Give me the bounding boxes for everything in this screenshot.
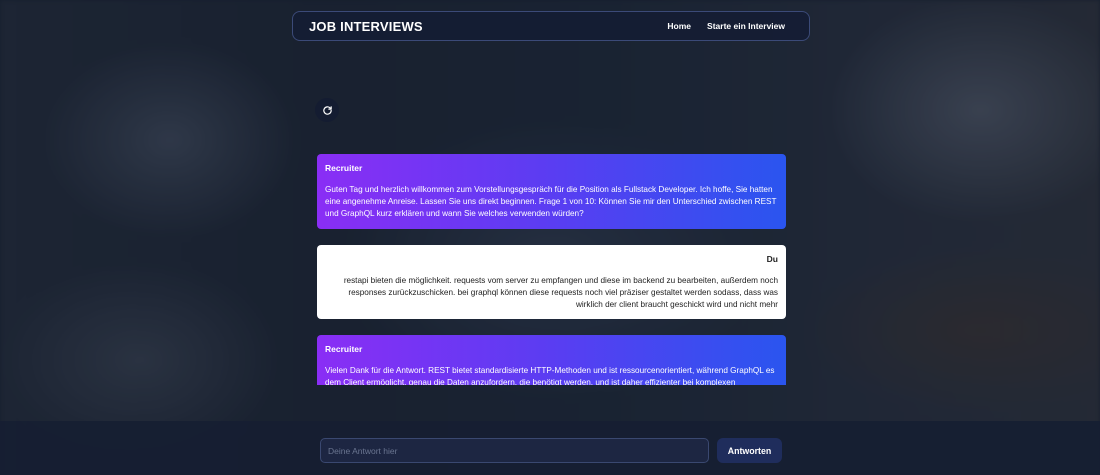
brand-logo[interactable]: JOB INTERVIEWS: [309, 19, 423, 34]
nav-link-start-interview[interactable]: Starte ein Interview: [707, 21, 785, 31]
chat-log: Recruiter Guten Tag und herzlich willkom…: [317, 154, 786, 385]
message-text: Guten Tag und herzlich willkommen zum Vo…: [325, 185, 777, 219]
message-author: Du: [766, 253, 778, 264]
chat-message-user: Du restapi bieten die möglichkeit. reque…: [317, 244, 786, 320]
message-author: Recruiter: [325, 344, 363, 355]
reset-button[interactable]: [315, 98, 339, 122]
chat-message-recruiter: Recruiter Guten Tag und herzlich willkom…: [317, 154, 786, 229]
message-author: Recruiter: [325, 163, 363, 173]
nav-links: Home Starte ein Interview: [667, 21, 785, 31]
refresh-icon: [322, 105, 333, 116]
navbar: JOB INTERVIEWS Home Starte ein Interview: [292, 11, 810, 41]
message-text: restapi bieten die möglichkeit. requests…: [343, 275, 778, 310]
chat-message-recruiter: Recruiter Vielen Dank für die Antwort. R…: [317, 335, 786, 385]
nav-link-home[interactable]: Home: [667, 21, 691, 31]
answer-submit-button[interactable]: Antworten: [717, 438, 782, 463]
answer-input[interactable]: [320, 438, 709, 463]
message-text: Vielen Dank für die Antwort. REST bietet…: [325, 366, 775, 385]
